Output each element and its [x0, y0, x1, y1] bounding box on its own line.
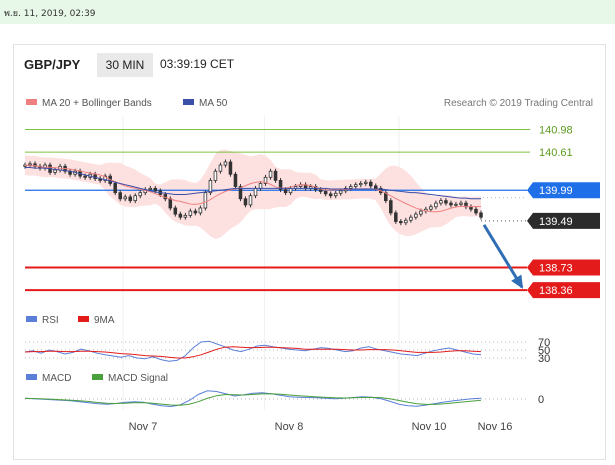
candle-body	[474, 208, 478, 214]
candle-body	[203, 192, 208, 209]
macd-signal-legend-swatch	[92, 374, 103, 380]
candle-body	[348, 186, 353, 189]
candle-body	[454, 203, 458, 206]
rsi-ma-legend-swatch	[78, 316, 89, 322]
candle-body	[183, 214, 188, 218]
rsi-legend-label: RSI	[42, 315, 59, 326]
candle-body	[218, 164, 223, 172]
candle-body	[439, 200, 443, 204]
candle-body	[178, 213, 183, 218]
candle-body	[323, 191, 328, 195]
candle-body	[338, 190, 343, 194]
candle-body	[243, 198, 248, 206]
candle-body	[368, 181, 373, 187]
candle-body	[123, 196, 127, 200]
x-tick-label: Nov 8	[275, 421, 304, 433]
candle-body	[213, 170, 218, 181]
candle-body	[429, 206, 433, 210]
candle-body	[248, 195, 253, 206]
candle-body	[409, 216, 413, 221]
candle-body	[223, 161, 228, 166]
level-label-140.98: 140.98	[539, 124, 573, 136]
candle-body	[449, 202, 453, 206]
level-label-139.99: 139.99	[539, 185, 573, 197]
ma50-legend-label: MA 50	[199, 98, 228, 109]
candle-body	[374, 185, 378, 189]
candle-body	[353, 184, 358, 187]
x-tick-label: Nov 10	[412, 421, 447, 433]
level-label-138.36: 138.36	[539, 285, 573, 297]
candle-body	[138, 192, 143, 197]
macd-legend-label: MACD	[42, 373, 71, 384]
macd-panel: 0	[24, 390, 544, 408]
candle-body	[268, 170, 273, 178]
level-label-140.61: 140.61	[539, 147, 573, 159]
panel-level-label-30: 30	[538, 353, 550, 365]
bollinger-band-area	[25, 149, 481, 240]
candle-body	[404, 219, 408, 224]
rsi-ma-legend-label: 9MA	[94, 315, 115, 326]
candle-body	[318, 189, 323, 192]
candle-body	[198, 207, 203, 214]
candle-body	[399, 221, 403, 224]
panel-level-label-0: 0	[538, 394, 544, 406]
candle-body	[168, 198, 173, 209]
ma50-legend-swatch	[183, 99, 194, 105]
x-tick-label: Nov 7	[129, 421, 158, 433]
chart-svg: MA 20 + Bollinger Bands MA 50 Research ©…	[23, 98, 600, 433]
macd-signal-legend-label: MACD Signal	[108, 373, 168, 384]
candle-body	[434, 202, 438, 208]
candle-body	[253, 187, 258, 197]
price-labels: 140.98 140.61 139.99 139.49 138.73 138.36	[527, 124, 600, 299]
candle-body	[128, 196, 132, 202]
candle-body	[328, 193, 333, 197]
candle-body	[258, 183, 263, 189]
candle-body	[444, 200, 448, 204]
candle-body	[389, 200, 393, 214]
level-label-138.73: 138.73	[539, 262, 573, 274]
x-tick-label: Nov 16	[478, 421, 513, 433]
macd-legend-swatch	[26, 374, 37, 380]
candle-body	[363, 181, 368, 184]
candle-body	[193, 210, 198, 214]
level-label-139.49: 139.49	[539, 216, 573, 228]
rsi-legend-swatch	[26, 316, 37, 322]
candle-body	[288, 187, 293, 194]
candle-body	[358, 183, 363, 186]
candle-body	[414, 213, 418, 218]
rsi-panel: 705030	[24, 337, 550, 365]
copyright-text: Research © 2019 Trading Central	[444, 98, 593, 109]
candle-body	[273, 170, 278, 181]
ma20-legend-swatch	[26, 99, 37, 105]
candle-body	[83, 175, 87, 178]
ma20-legend-label: MA 20 + Bollinger Bands	[42, 98, 152, 109]
candle-body	[173, 207, 178, 215]
candle-body	[233, 173, 238, 187]
candle-body	[28, 163, 32, 166]
candle-body	[118, 192, 122, 200]
candle-body	[283, 189, 288, 194]
candle-body	[113, 183, 117, 194]
candle-body	[479, 212, 483, 218]
candle-body	[153, 187, 158, 192]
x-axis: Nov 7 Nov 8 Nov 10 Nov 16	[129, 421, 513, 433]
candle-body	[188, 210, 193, 216]
bollinger-band	[25, 149, 481, 240]
candle-body	[133, 195, 138, 202]
candle-body	[419, 210, 423, 215]
candle-body	[148, 187, 153, 191]
candle-body	[394, 212, 398, 222]
candle-body	[228, 161, 233, 175]
candle-body	[53, 169, 57, 173]
candle-body	[333, 192, 338, 197]
candle-body	[459, 202, 463, 205]
